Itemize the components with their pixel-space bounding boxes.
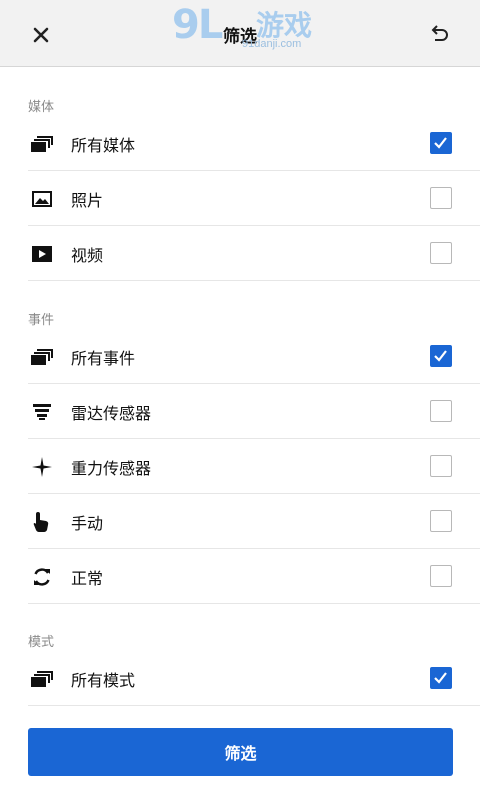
filter-row-all-events[interactable]: 所有事件 — [28, 329, 480, 384]
checkbox-unchecked[interactable] — [430, 242, 452, 264]
apply-filter-button[interactable]: 筛选 — [28, 728, 453, 776]
photo-icon — [28, 185, 56, 213]
filter-label: 照片 — [71, 192, 104, 210]
filter-label: 所有模式 — [71, 672, 136, 690]
filter-label: 雷达传感器 — [71, 405, 152, 423]
divider — [28, 705, 480, 706]
filter-row-normal[interactable]: 正常 — [28, 549, 480, 604]
stack-icon — [28, 130, 56, 158]
filter-row-video[interactable]: 视频 — [28, 226, 480, 281]
checkbox-checked[interactable] — [430, 667, 452, 689]
hand-icon — [28, 508, 56, 536]
filter-row-all-modes[interactable]: 所有模式 — [28, 651, 480, 706]
checkbox-checked[interactable] — [430, 345, 452, 367]
filter-label: 重力传感器 — [71, 460, 152, 478]
radar-icon — [28, 398, 56, 426]
filter-row-photo[interactable]: 照片 — [28, 171, 480, 226]
gravity-icon — [28, 453, 56, 481]
refresh-icon — [28, 563, 56, 591]
filter-label: 视频 — [71, 247, 104, 265]
filter-label: 所有媒体 — [71, 137, 136, 155]
stack-icon — [28, 343, 56, 371]
stack-icon — [28, 665, 56, 693]
page-title: 筛选 — [223, 27, 257, 46]
header-bar: 筛选 — [0, 0, 480, 67]
divider — [28, 603, 480, 604]
filter-row-radar-sensor[interactable]: 雷达传感器 — [28, 384, 480, 439]
filter-row-gravity-sensor[interactable]: 重力传感器 — [28, 439, 480, 494]
checkbox-unchecked[interactable] — [430, 565, 452, 587]
checkbox-unchecked[interactable] — [430, 510, 452, 532]
section-label-media: 媒体 — [28, 99, 55, 114]
divider — [28, 280, 480, 281]
checkbox-checked[interactable] — [430, 132, 452, 154]
filter-row-all-media[interactable]: 所有媒体 — [28, 116, 480, 171]
checkbox-unchecked[interactable] — [430, 187, 452, 209]
checkbox-unchecked[interactable] — [430, 400, 452, 422]
undo-button[interactable] — [424, 20, 454, 50]
video-icon — [28, 240, 56, 268]
filter-label: 所有事件 — [71, 350, 136, 368]
undo-icon — [431, 25, 448, 41]
filter-label: 正常 — [71, 570, 104, 588]
section-label-modes: 模式 — [28, 634, 55, 649]
filter-label: 手动 — [71, 515, 104, 533]
checkbox-unchecked[interactable] — [430, 455, 452, 477]
section-label-events: 事件 — [28, 312, 55, 327]
filter-row-manual[interactable]: 手动 — [28, 494, 480, 549]
